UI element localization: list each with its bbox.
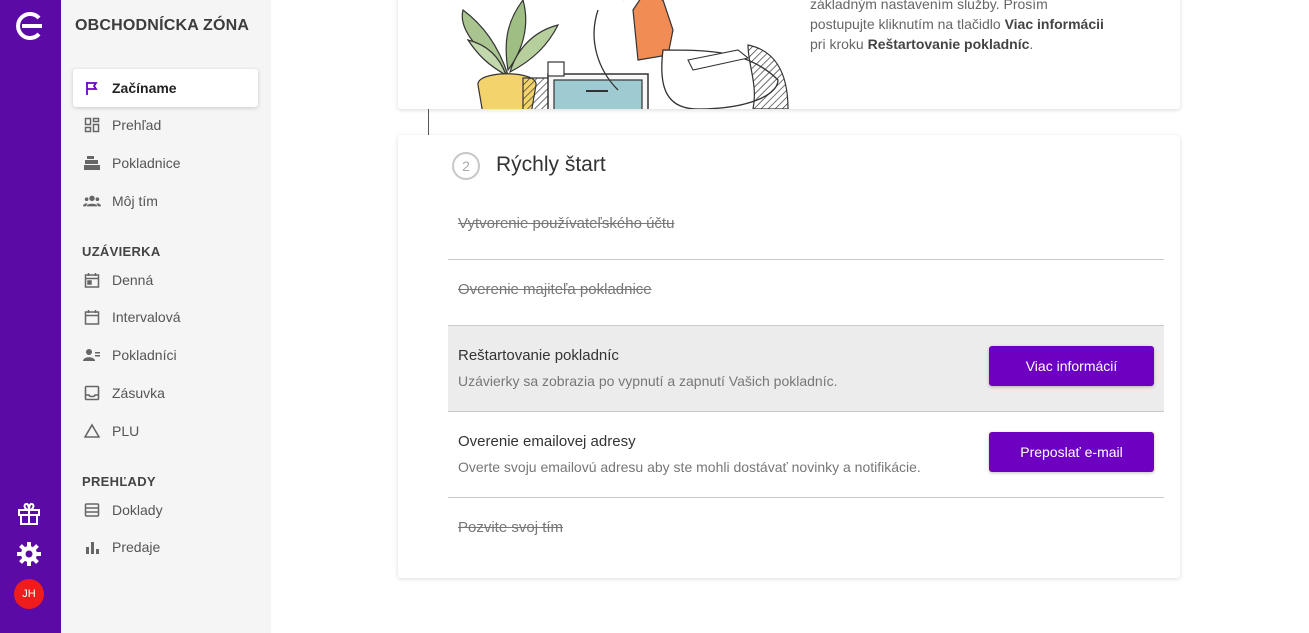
intro-line-3-bold: Reštartovanie pokladníc (867, 36, 1030, 52)
sidebar-item-label: Doklady (112, 502, 163, 518)
sidebar-item-label: Zásuvka (112, 385, 165, 401)
sidebar-item-denna[interactable]: Denná (73, 261, 258, 299)
step-label: Overenie emailovej adresy (458, 433, 636, 450)
step-row-create-account[interactable]: Vytvorenie používateľského účtu (448, 194, 1164, 260)
more-info-button[interactable]: Viac informácií (989, 346, 1154, 386)
sidebar-item-label: Môj tím (112, 193, 158, 209)
intro-illustration (461, 0, 789, 109)
intro-line-2: postupujte kliknutím na tlačidlo Viac in… (810, 14, 1130, 34)
step-description: Uzávierky sa zobrazia po vypnutí a zapnu… (458, 373, 838, 389)
sidebar-item-intervalova[interactable]: Intervalová (73, 298, 258, 336)
step-row-verify-email: Overenie emailovej adresy Overte svoju e… (448, 412, 1164, 498)
triangle-icon (83, 422, 101, 440)
sidebar-item-pokladnice[interactable]: Pokladnice (73, 144, 258, 182)
step-row-invite-team[interactable]: Pozvite svoj tím (448, 498, 1164, 558)
avatar[interactable]: JH (14, 579, 44, 609)
sidebar-item-label: Pokladníci (112, 347, 177, 363)
step-label: Pozvite svoj tím (458, 519, 564, 536)
intro-line-3-end: . (1029, 36, 1034, 52)
receipts-icon (83, 501, 101, 519)
calendar-range-icon (83, 308, 101, 326)
sidebar-item-label: Pokladnice (112, 155, 181, 171)
section-title-prehlady: PREHĽADY (82, 474, 156, 489)
cash-register-icon (83, 154, 101, 172)
cashiers-icon (83, 346, 101, 364)
sidebar-item-zasuvka[interactable]: Zásuvka (73, 374, 258, 412)
sidebar-title: OBCHODNÍCKA ZÓNA (75, 17, 250, 34)
drawer-icon (83, 384, 101, 402)
intro-text: základným nastavením služby. Prosím post… (810, 0, 1130, 54)
sidebar-item-label: Prehľad (112, 117, 162, 133)
intro-card: základným nastavením služby. Prosím post… (398, 0, 1180, 109)
sidebar-item-label: Intervalová (112, 309, 181, 325)
logo-icon[interactable] (12, 12, 46, 40)
step-description: Overte svoju emailovú adresu aby ste moh… (458, 459, 921, 475)
step-row-restart-registers: Reštartovanie pokladníc Uzávierky sa zob… (448, 326, 1164, 412)
intro-line-3-text: pri kroku (810, 36, 868, 52)
step-connector (428, 109, 429, 135)
sidebar-item-predaje[interactable]: Predaje (73, 528, 258, 566)
resend-email-button[interactable]: Preposlať e-mail (989, 432, 1154, 472)
gift-icon[interactable] (14, 499, 44, 529)
section-title-uzavierka: UZÁVIERKA (82, 244, 161, 259)
step-number: 2 (452, 152, 480, 180)
sidebar-item-label: PLU (112, 423, 140, 439)
intro-line-1: základným nastavením služby. Prosím (810, 0, 1048, 12)
intro-line-2-text: postupujte kliknutím na tlačidlo (810, 16, 1005, 32)
dashboard-icon (83, 116, 101, 134)
sidebar-item-doklady[interactable]: Doklady (73, 491, 258, 529)
sidebar-item-label: Denná (112, 272, 154, 288)
step-label: Overenie majiteľa pokladnice (458, 281, 652, 298)
calendar-icon (83, 271, 101, 289)
step-label: Vytvorenie používateľského účtu (458, 215, 675, 232)
sidebar-item-plu[interactable]: PLU (73, 412, 258, 450)
sidebar-item-label: Začíname (112, 80, 177, 96)
sidebar-item-zaciname[interactable]: Začíname (73, 69, 258, 107)
quick-start-title: Rýchly štart (496, 153, 606, 176)
app-rail: JH (0, 0, 61, 633)
team-icon (83, 192, 101, 210)
sidebar: OBCHODNÍCKA ZÓNA Začíname Prehľad Poklad… (61, 0, 271, 633)
gear-icon[interactable] (14, 539, 44, 569)
step-label: Reštartovanie pokladníc (458, 347, 619, 364)
sidebar-item-prehlad[interactable]: Prehľad (73, 106, 258, 144)
sidebar-item-moj-tim[interactable]: Môj tím (73, 182, 258, 220)
sidebar-item-pokladnici[interactable]: Pokladníci (73, 336, 258, 374)
quick-start-card: 2 Rýchly štart Vytvorenie používateľskéh… (398, 135, 1180, 578)
step-row-verify-owner[interactable]: Overenie majiteľa pokladnice (448, 260, 1164, 326)
intro-line-2-bold: Viac informácii (1004, 16, 1104, 32)
intro-line-3: pri kroku Reštartovanie pokladníc. (810, 34, 1130, 54)
sidebar-item-label: Predaje (112, 539, 161, 555)
bar-chart-icon (83, 538, 101, 556)
flag-icon (83, 79, 101, 97)
